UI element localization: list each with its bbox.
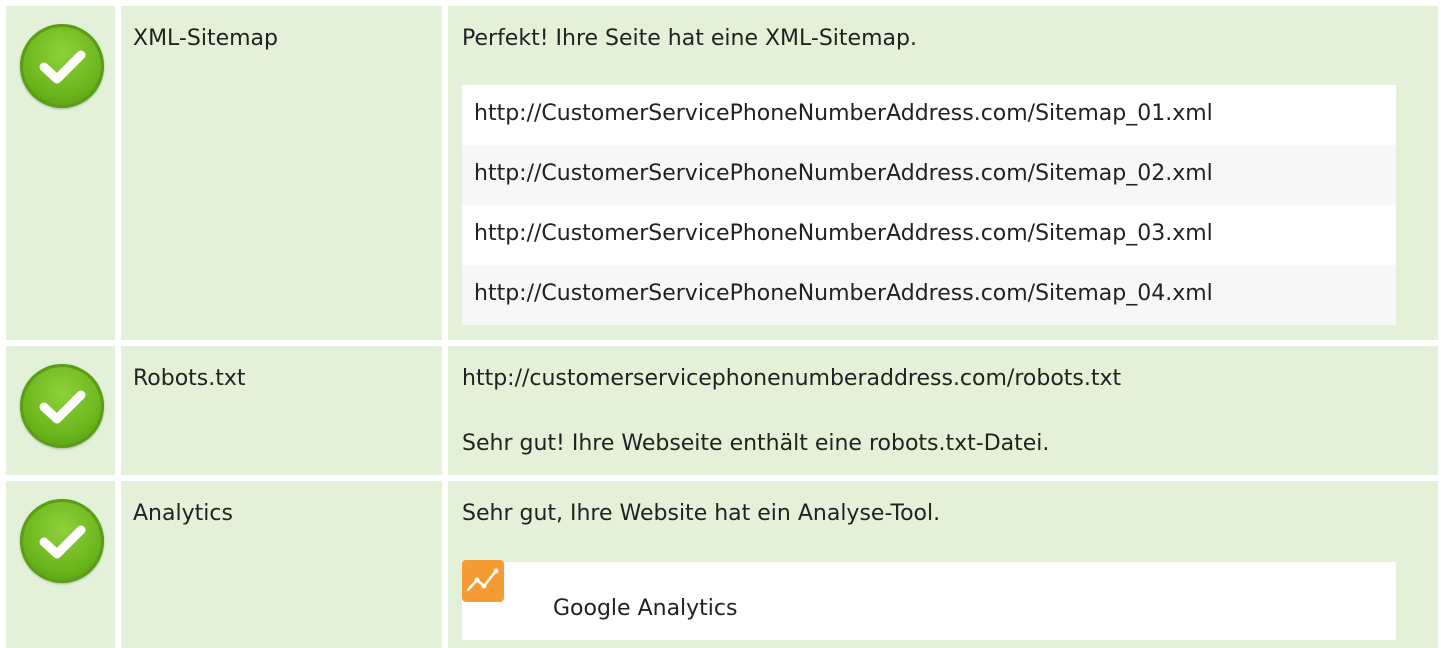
label-cell: XML-Sitemap	[121, 6, 442, 340]
label-cell: Analytics	[121, 481, 442, 648]
robots-txt-row: Robots.txt http://customerservicephonenu…	[0, 346, 1445, 475]
sitemap-url[interactable]: http://CustomerServicePhoneNumberAddress…	[474, 161, 1213, 186]
row-label: Analytics	[133, 501, 233, 526]
result-message: Perfekt! Ihre Seite hat eine XML-Sitemap…	[462, 26, 917, 51]
check-circle-icon	[20, 364, 104, 448]
check-circle-icon	[20, 24, 104, 108]
content-cell: http://customerservicephonenumberaddress…	[448, 346, 1438, 475]
label-cell: Robots.txt	[121, 346, 442, 475]
xml-sitemap-row: XML-Sitemap Perfekt! Ihre Seite hat eine…	[0, 6, 1445, 340]
result-message: Sehr gut, Ihre Website hat ein Analyse-T…	[462, 501, 941, 526]
sitemap-url-row: http://CustomerServicePhoneNumberAddress…	[462, 145, 1396, 205]
sitemap-url-row: http://CustomerServicePhoneNumberAddress…	[462, 205, 1396, 265]
sitemap-url-row: http://CustomerServicePhoneNumberAddress…	[462, 85, 1396, 145]
analytics-row: Analytics Sehr gut, Ihre Website hat ein…	[0, 481, 1445, 648]
check-circle-icon	[20, 499, 104, 583]
sitemap-url[interactable]: http://CustomerServicePhoneNumberAddress…	[474, 101, 1213, 126]
sitemap-url[interactable]: http://CustomerServicePhoneNumberAddress…	[474, 281, 1213, 306]
google-analytics-icon	[462, 560, 504, 602]
status-cell	[6, 346, 115, 475]
row-label: XML-Sitemap	[133, 26, 278, 51]
status-cell	[6, 481, 115, 648]
result-message: Sehr gut! Ihre Webseite enthält eine rob…	[462, 431, 1050, 456]
status-cell	[6, 6, 115, 340]
analytics-tool-label: Google Analytics	[553, 596, 738, 621]
analytics-tool-item: Google Analytics	[462, 560, 1396, 640]
row-label: Robots.txt	[133, 366, 246, 391]
content-cell: Perfekt! Ihre Seite hat eine XML-Sitemap…	[448, 6, 1438, 340]
robots-url[interactable]: http://customerservicephonenumberaddress…	[462, 366, 1121, 391]
sitemap-url[interactable]: http://CustomerServicePhoneNumberAddress…	[474, 221, 1213, 246]
sitemap-url-row: http://CustomerServicePhoneNumberAddress…	[462, 265, 1396, 325]
content-cell: Sehr gut, Ihre Website hat ein Analyse-T…	[448, 481, 1438, 648]
